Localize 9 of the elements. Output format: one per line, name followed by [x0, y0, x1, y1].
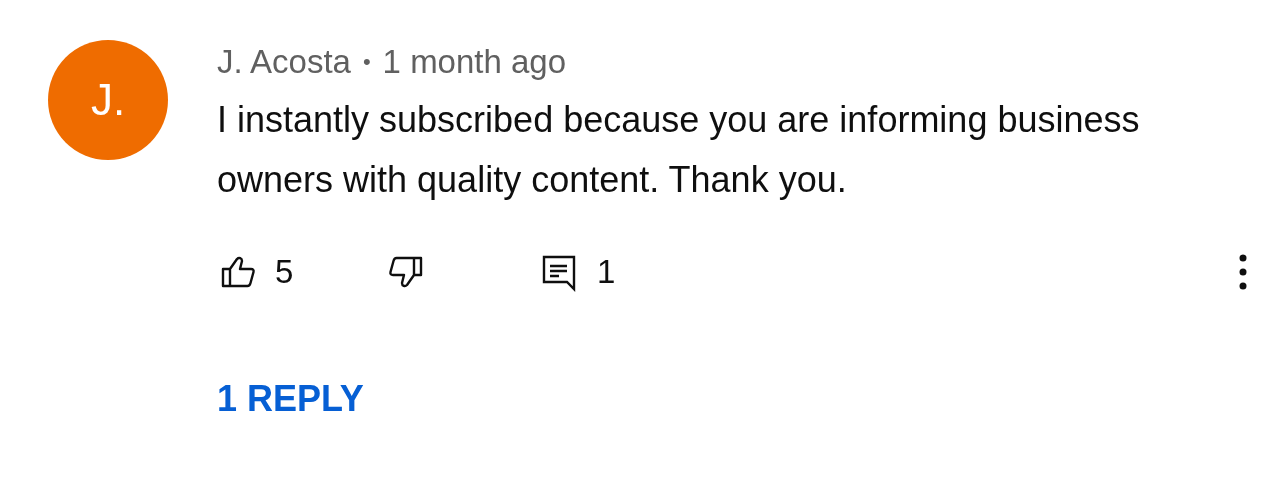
- more-options-icon[interactable]: [1238, 252, 1248, 292]
- like-count: 5: [275, 253, 294, 291]
- comment-time: 1 month ago: [382, 43, 567, 81]
- author-name[interactable]: J. Acosta: [217, 43, 351, 81]
- separator: •: [362, 49, 371, 75]
- replies-link[interactable]: 1 REPLY: [217, 378, 364, 420]
- avatar[interactable]: J.: [48, 40, 168, 160]
- reply-count: 1: [597, 253, 616, 291]
- comment-text: I instantly subscribed because you are informing business owners with quality content. Thank you.: [217, 98, 1141, 202]
